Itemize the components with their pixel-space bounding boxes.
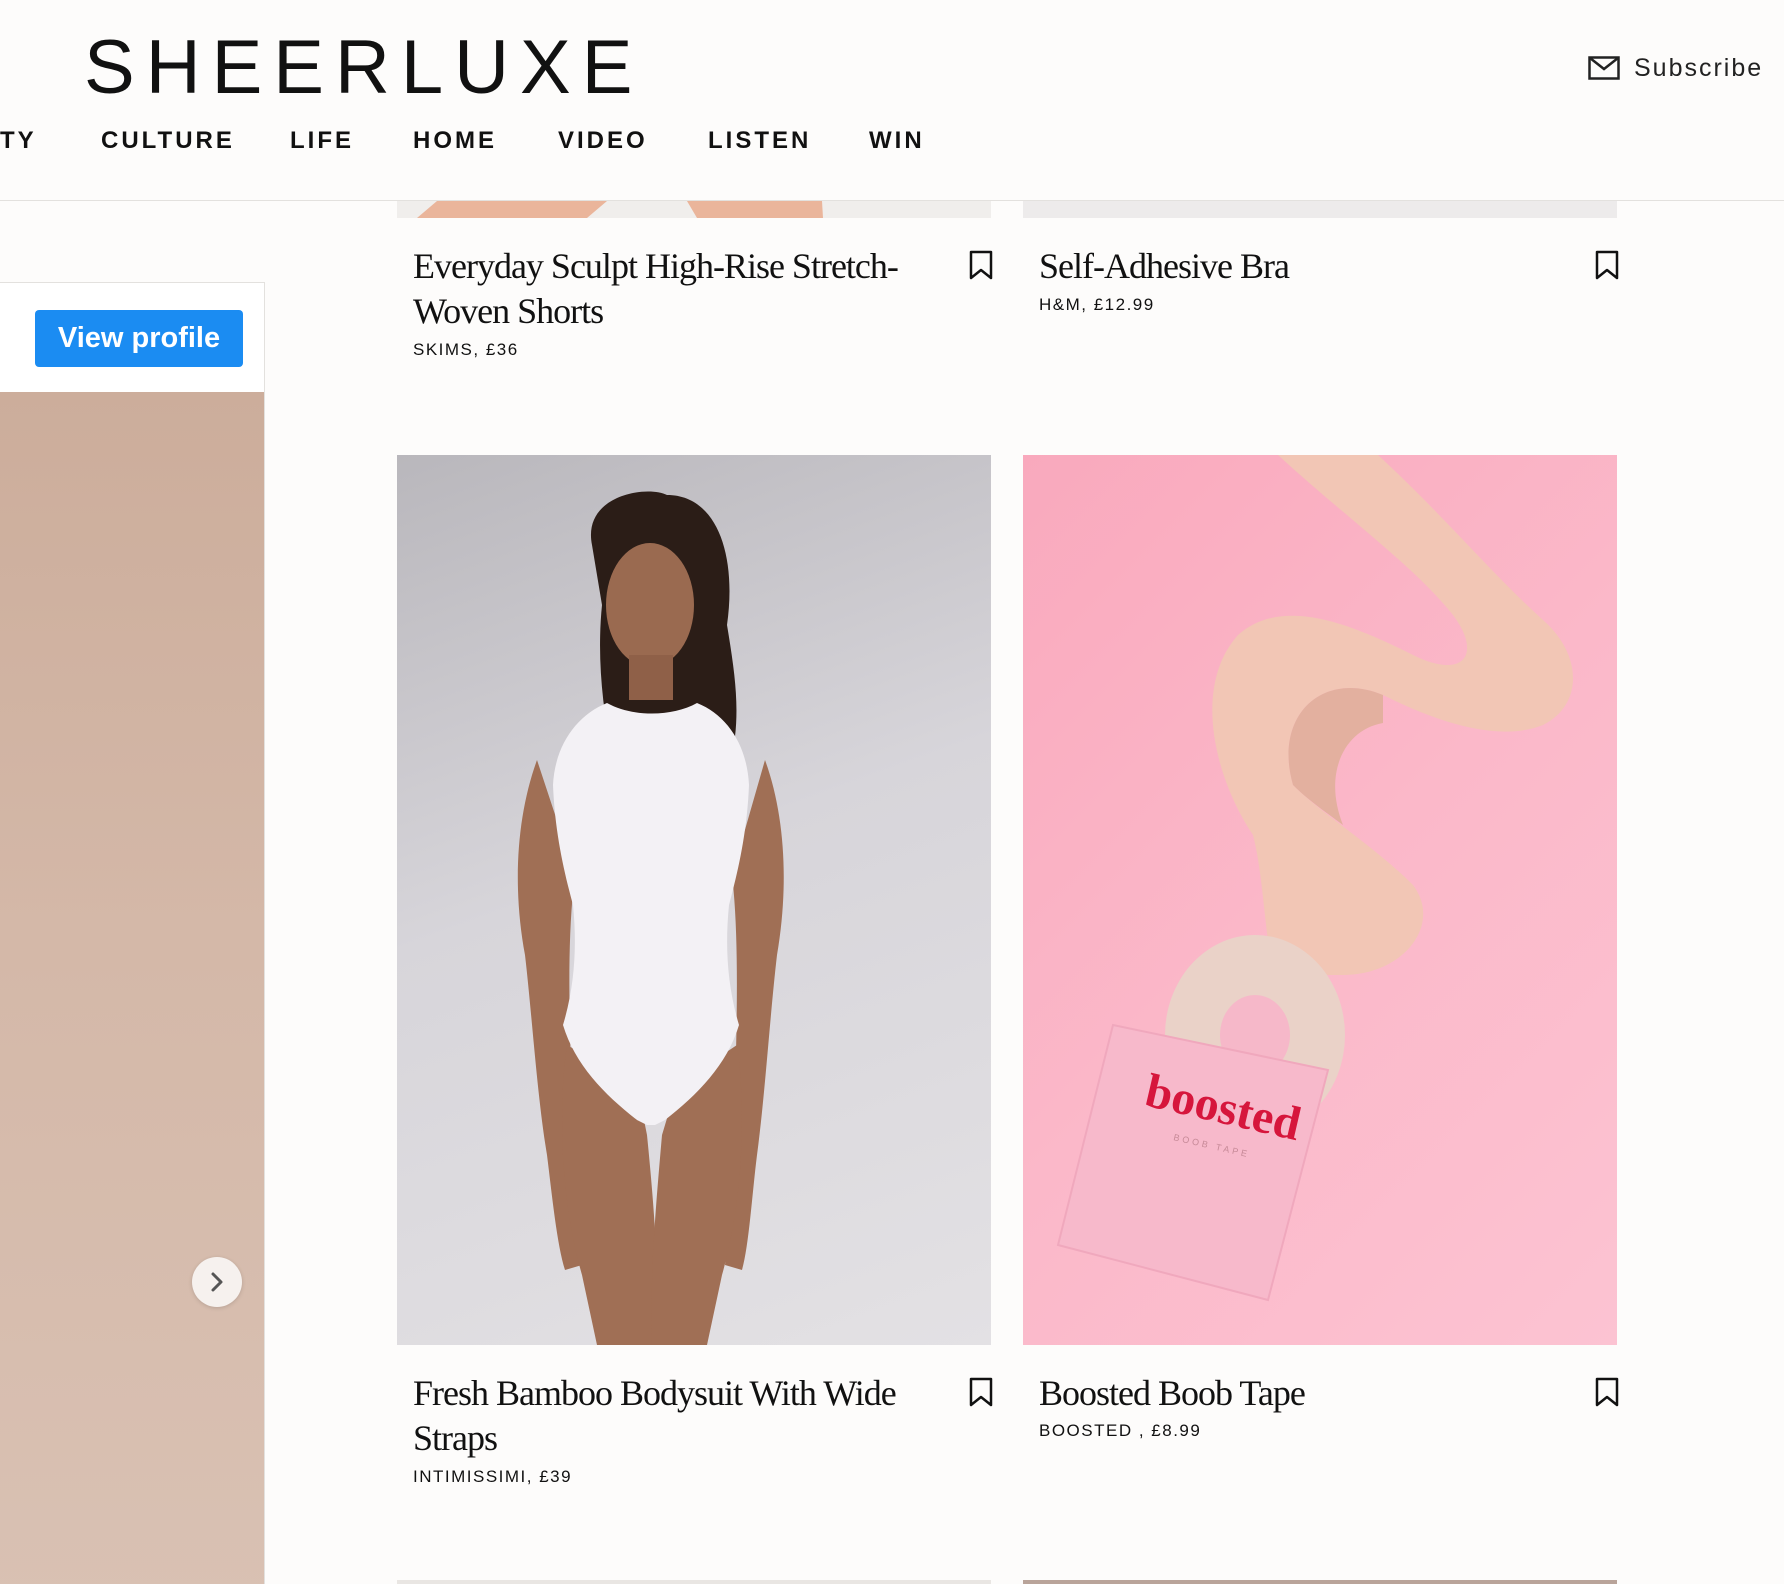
nav-item-listen[interactable]: LISTEN bbox=[708, 127, 811, 155]
main-nav: TY CULTURE LIFE HOME VIDEO LISTEN WIN bbox=[0, 127, 1000, 161]
subscribe-label: Subscribe bbox=[1634, 53, 1764, 82]
subscribe-button[interactable]: Subscribe bbox=[1588, 50, 1763, 86]
product-image-bodysuit[interactable] bbox=[397, 455, 991, 1345]
product-title[interactable]: Everyday Sculpt High-Rise Stretch-Woven … bbox=[413, 244, 913, 334]
bodysuit-model-illustration bbox=[517, 491, 784, 1345]
product-image-next[interactable] bbox=[1023, 1580, 1617, 1584]
nav-item-win[interactable]: WIN bbox=[869, 127, 925, 155]
bookmark-icon[interactable] bbox=[1595, 1377, 1619, 1407]
product-meta: SKIMS, £36 bbox=[413, 340, 519, 359]
product-title[interactable]: Self-Adhesive Bra bbox=[1039, 244, 1539, 289]
product-title[interactable]: Boosted Boob Tape bbox=[1039, 1371, 1539, 1416]
product-meta: INTIMISSIMI, £39 bbox=[413, 1467, 573, 1486]
nav-item-life[interactable]: LIFE bbox=[290, 127, 354, 155]
shorts-image-crop bbox=[417, 201, 823, 218]
site-logo[interactable]: SHEERLUXE bbox=[84, 26, 643, 110]
nav-item-video[interactable]: VIDEO bbox=[558, 127, 648, 155]
product-meta: BOOSTED , £8.99 bbox=[1039, 1421, 1202, 1440]
bookmark-icon[interactable] bbox=[969, 250, 993, 280]
bookmark-icon[interactable] bbox=[969, 1377, 993, 1407]
profile-carousel-image bbox=[0, 392, 264, 1584]
nav-item-home[interactable]: HOME bbox=[413, 127, 497, 155]
view-profile-button[interactable]: View profile bbox=[35, 310, 243, 367]
envelope-icon bbox=[1588, 56, 1620, 80]
profile-widget: View profile bbox=[0, 282, 265, 1584]
product-image-bra[interactable] bbox=[1023, 201, 1617, 218]
site-header: SHEERLUXE Subscribe TY CULTURE LIFE HOME… bbox=[0, 0, 1784, 201]
product-meta: H&M, £12.99 bbox=[1039, 295, 1155, 314]
nav-item-beauty[interactable]: TY bbox=[0, 127, 37, 155]
chevron-right-icon bbox=[211, 1272, 223, 1292]
product-image-shorts[interactable] bbox=[397, 201, 991, 218]
product-title[interactable]: Fresh Bamboo Bodysuit With Wide Straps bbox=[413, 1371, 913, 1461]
product-image-tape[interactable]: boosted BOOB TAPE bbox=[1023, 455, 1617, 1345]
carousel-next-button[interactable] bbox=[192, 1257, 242, 1307]
tape-illustration: boosted BOOB TAPE bbox=[1056, 455, 1573, 1302]
page: SHEERLUXE Subscribe TY CULTURE LIFE HOME… bbox=[0, 0, 1784, 1584]
nav-item-culture[interactable]: CULTURE bbox=[101, 127, 235, 155]
product-image-next[interactable] bbox=[397, 1580, 991, 1584]
bookmark-icon[interactable] bbox=[1595, 250, 1619, 280]
